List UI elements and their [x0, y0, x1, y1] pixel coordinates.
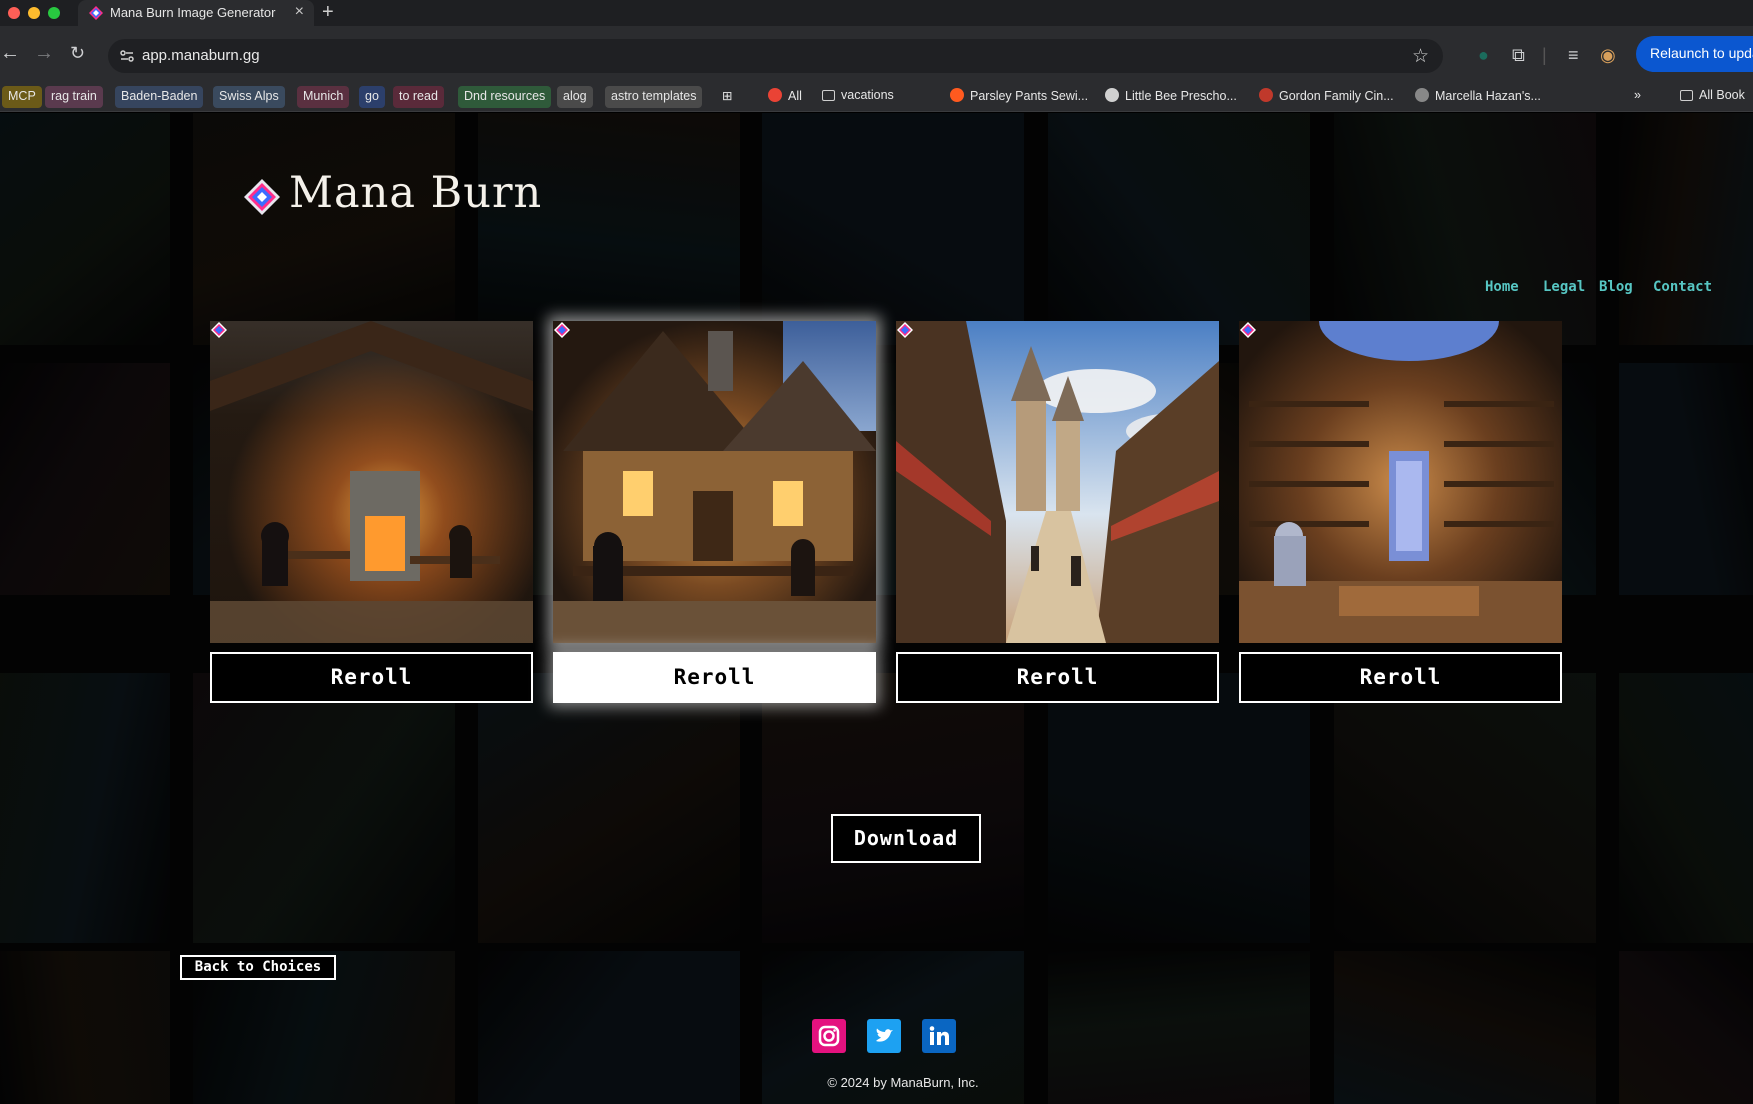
bookmark-link[interactable]: vacations — [822, 88, 894, 108]
instagram-icon[interactable] — [812, 1019, 846, 1053]
potion-shop-interior-image — [1239, 321, 1562, 643]
back-arrow-icon[interactable]: ← — [0, 43, 20, 63]
bookmark-chip[interactable]: Swiss Alps — [213, 86, 285, 108]
instagram-glyph-icon — [818, 1025, 840, 1047]
reading-list-icon[interactable]: ≡ — [1568, 45, 1579, 66]
browser-tab-strip: Mana Burn Image Generator × + — [0, 0, 1753, 26]
reroll-button-2[interactable]: Reroll — [553, 652, 876, 703]
manaburn-badge-icon — [211, 322, 227, 338]
reload-icon[interactable]: ↻ — [70, 43, 85, 63]
bookmark-label: Marcella Hazan's... — [1435, 89, 1541, 103]
manaburn-badge-icon — [1240, 322, 1256, 338]
manaburn-badge-icon — [897, 322, 913, 338]
site-info-icon[interactable] — [118, 47, 136, 65]
site-favicon-icon — [1259, 88, 1273, 102]
castle-market-street-image — [896, 321, 1219, 643]
site-favicon-icon — [950, 88, 964, 102]
generated-image-1[interactable] — [210, 321, 533, 643]
back-to-choices-button[interactable]: Back to Choices — [180, 955, 336, 980]
browser-tab[interactable]: Mana Burn Image Generator × — [78, 0, 314, 26]
address-bar[interactable]: app.manaburn.gg ☆ — [108, 39, 1443, 73]
close-window-button[interactable] — [8, 7, 20, 19]
apple-icon — [1105, 88, 1119, 102]
linkedin-icon[interactable] — [922, 1019, 956, 1053]
bookmark-chip[interactable]: Baden-Baden — [115, 86, 204, 108]
reroll-button-1[interactable]: Reroll — [210, 652, 533, 703]
generated-image-2[interactable] — [553, 321, 876, 643]
zoom-window-button[interactable] — [48, 7, 60, 19]
extensions-puzzle-icon[interactable]: ⧉ — [1512, 45, 1525, 66]
folder-icon — [822, 90, 835, 101]
nav-contact-link[interactable]: Contact — [1653, 279, 1712, 295]
bookmark-chip[interactable]: Munich — [297, 86, 350, 108]
bookmark-label: Little Bee Prescho... — [1125, 89, 1237, 103]
relaunch-button[interactable]: Relaunch to upda — [1636, 36, 1753, 72]
all-bookmarks-label: All Book — [1699, 88, 1745, 102]
browser-toolbar: ← → ↻ app.manaburn.gg ☆ ● ⧉ | ≡ ◉ Relaun… — [0, 26, 1753, 84]
bookmark-link[interactable]: Little Bee Prescho... — [1105, 88, 1237, 108]
profile-avatar-icon[interactable]: ◉ — [1600, 45, 1616, 66]
toolbar-divider: | — [1542, 45, 1547, 65]
nav-legal-link[interactable]: Legal — [1543, 279, 1585, 295]
copyright-text: © 2024 by ManaBurn, Inc. — [827, 1075, 979, 1090]
url-text: app.manaburn.gg — [142, 47, 260, 64]
linkedin-in-icon — [929, 1026, 949, 1045]
mana-gem-logo-icon — [244, 179, 280, 215]
bookmark-label: vacations — [841, 88, 894, 102]
bookmark-label: Parsley Pants Sewi... — [970, 89, 1089, 103]
bookmark-link[interactable]: Marcella Hazan's... — [1415, 88, 1541, 108]
bookmark-link[interactable]: Parsley Pants Sewi... — [950, 88, 1088, 108]
bookmark-chip[interactable]: rag train — [45, 86, 103, 108]
generated-image-3[interactable] — [896, 321, 1219, 643]
all-bookmarks-button[interactable]: All Book — [1680, 88, 1745, 108]
nav-home-link[interactable]: Home — [1485, 279, 1519, 295]
bookmark-link[interactable]: Gordon Family Cin... — [1259, 88, 1394, 108]
twitter-icon[interactable] — [867, 1019, 901, 1053]
bookmark-chip[interactable]: go — [359, 86, 385, 108]
reroll-button-3[interactable]: Reroll — [896, 652, 1219, 703]
forge-interior-image — [210, 321, 533, 643]
google-icon — [768, 88, 782, 102]
new-tab-button[interactable]: + — [322, 1, 334, 24]
reroll-button-4[interactable]: Reroll — [1239, 652, 1562, 703]
download-button[interactable]: Download — [831, 814, 981, 863]
bookmark-star-icon[interactable]: ☆ — [1412, 45, 1429, 68]
bookmark-label: All — [788, 89, 802, 103]
bookmarks-bar: ⊞ » All Book MCP rag train Baden-Baden Swis… — [0, 84, 1753, 112]
manaburn-favicon-icon — [89, 6, 103, 20]
bookmark-label: Gordon Family Cin... — [1279, 89, 1394, 103]
bookmarks-overflow-icon[interactable]: » — [1634, 88, 1641, 108]
apps-grid-icon[interactable]: ⊞ — [722, 88, 732, 108]
extension-icon[interactable]: ● — [1478, 45, 1489, 66]
bookmark-chip[interactable]: to read — [393, 86, 444, 108]
bookmark-chip[interactable]: astro templates — [605, 86, 703, 108]
site-favicon-icon — [1415, 88, 1429, 102]
bookmark-chip[interactable]: alog — [557, 86, 593, 108]
forward-arrow-icon[interactable]: → — [34, 43, 54, 63]
bookmark-chip[interactable]: MCP — [2, 86, 42, 108]
generated-image-4[interactable] — [1239, 321, 1562, 643]
nav-blog-link[interactable]: Blog — [1599, 279, 1633, 295]
bookmark-chip[interactable]: Dnd resources — [458, 86, 552, 108]
page-content: Mana Burn Home Legal Blog Contact Reroll… — [0, 113, 1753, 1104]
manaburn-badge-icon — [554, 322, 570, 338]
minimize-window-button[interactable] — [28, 7, 40, 19]
close-tab-icon[interactable]: × — [295, 3, 304, 21]
tavern-interior-image — [553, 321, 876, 643]
tab-title: Mana Burn Image Generator — [110, 5, 276, 20]
logo-text: Mana Burn — [289, 168, 543, 218]
twitter-bird-icon — [876, 1028, 893, 1042]
bookmark-link[interactable]: All — [768, 88, 802, 108]
folder-icon — [1680, 90, 1693, 101]
